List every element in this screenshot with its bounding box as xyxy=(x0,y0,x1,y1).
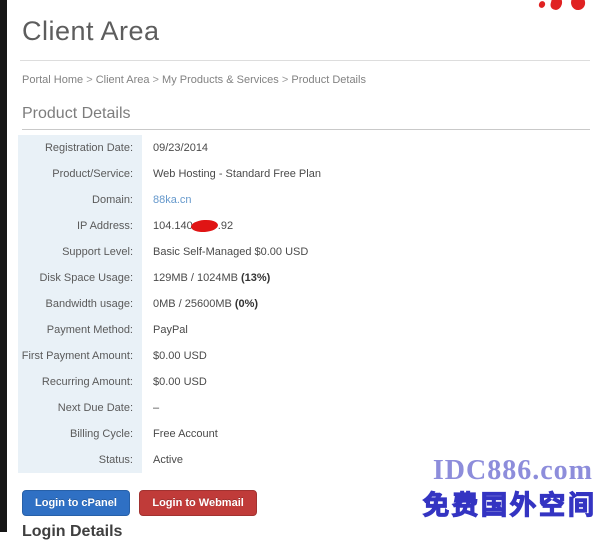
login-to-cpanel-button[interactable]: Login to cPanel xyxy=(22,490,130,516)
table-row: Bandwidth usage:0MB / 25600MB(0%) xyxy=(18,291,592,317)
row-label: First Payment Amount: xyxy=(18,343,142,369)
row-label: Product/Service: xyxy=(18,161,142,187)
table-row: Billing Cycle:Free Account xyxy=(18,421,592,447)
table-row: Support Level:Basic Self-Managed $0.00 U… xyxy=(18,239,592,265)
redaction-mark xyxy=(190,219,218,233)
breadcrumb-item[interactable]: Portal Home xyxy=(22,74,83,86)
table-row: Product/Service:Web Hosting - Standard F… xyxy=(18,161,592,187)
table-row: Payment Method:PayPal xyxy=(18,317,592,343)
row-label: Registration Date: xyxy=(18,135,142,161)
row-value: – xyxy=(142,395,159,421)
table-row: Registration Date:09/23/2014 xyxy=(18,135,592,161)
breadcrumb-item[interactable]: Client Area xyxy=(96,74,150,86)
section-title-login-details: Login Details xyxy=(22,523,600,541)
section-title-product-details: Product Details xyxy=(22,105,590,130)
row-label: Disk Space Usage: xyxy=(18,265,142,291)
row-value: Web Hosting - Standard Free Plan xyxy=(142,161,321,187)
page-title: Client Area xyxy=(22,16,600,47)
watermark-tagline-text: 免费国外空间 xyxy=(423,485,597,522)
row-value: 104.140.92 xyxy=(142,213,233,239)
row-value: Free Account xyxy=(142,421,218,447)
breadcrumb-separator: > xyxy=(83,74,96,86)
page-left-edge xyxy=(0,0,7,532)
row-label: Support Level: xyxy=(18,239,142,265)
table-row: Disk Space Usage:129MB / 1024MB(13%) xyxy=(18,265,592,291)
breadcrumb: Portal Home > Client Area > My Products … xyxy=(22,74,600,86)
header-divider xyxy=(20,60,590,61)
row-value: 129MB / 1024MB(13%) xyxy=(142,265,270,291)
row-label: Payment Method: xyxy=(18,317,142,343)
breadcrumb-item: Product Details xyxy=(291,74,366,86)
table-row: Domain: 88ka.cn xyxy=(18,187,592,213)
row-value: Active xyxy=(142,447,183,473)
row-label: Bandwidth usage: xyxy=(18,291,142,317)
row-value: 88ka.cn xyxy=(142,187,192,213)
table-row: IP Address:104.140.92 xyxy=(18,213,592,239)
row-value: PayPal xyxy=(142,317,188,343)
row-label: Next Due Date: xyxy=(18,395,142,421)
row-label: Status: xyxy=(18,447,142,473)
row-value: 09/23/2014 xyxy=(142,135,208,161)
usage-percent: (13%) xyxy=(241,272,270,284)
domain-link[interactable]: 88ka.cn xyxy=(153,194,192,206)
table-row: First Payment Amount:$0.00 USD xyxy=(18,343,592,369)
row-value: Basic Self-Managed $0.00 USD xyxy=(142,239,308,265)
row-label: Domain: xyxy=(18,187,142,213)
login-to-webmail-button[interactable]: Login to Webmail xyxy=(139,490,256,516)
watermark-site-text: IDC886.com xyxy=(433,455,593,487)
breadcrumb-item[interactable]: My Products & Services xyxy=(162,74,279,86)
row-label: IP Address: xyxy=(18,213,142,239)
row-label: Recurring Amount: xyxy=(18,369,142,395)
breadcrumb-separator: > xyxy=(279,74,292,86)
row-value: $0.00 USD xyxy=(142,369,207,395)
row-label: Billing Cycle: xyxy=(18,421,142,447)
table-row: Recurring Amount:$0.00 USD xyxy=(18,369,592,395)
row-value: 0MB / 25600MB(0%) xyxy=(142,291,258,317)
table-row: Next Due Date:– xyxy=(18,395,592,421)
usage-percent: (0%) xyxy=(235,298,258,310)
row-value: $0.00 USD xyxy=(142,343,207,369)
client-area-page: Client Area Portal Home > Client Area > … xyxy=(7,0,600,532)
product-details-table: Registration Date:09/23/2014Product/Serv… xyxy=(18,135,592,473)
breadcrumb-separator: > xyxy=(150,74,163,86)
